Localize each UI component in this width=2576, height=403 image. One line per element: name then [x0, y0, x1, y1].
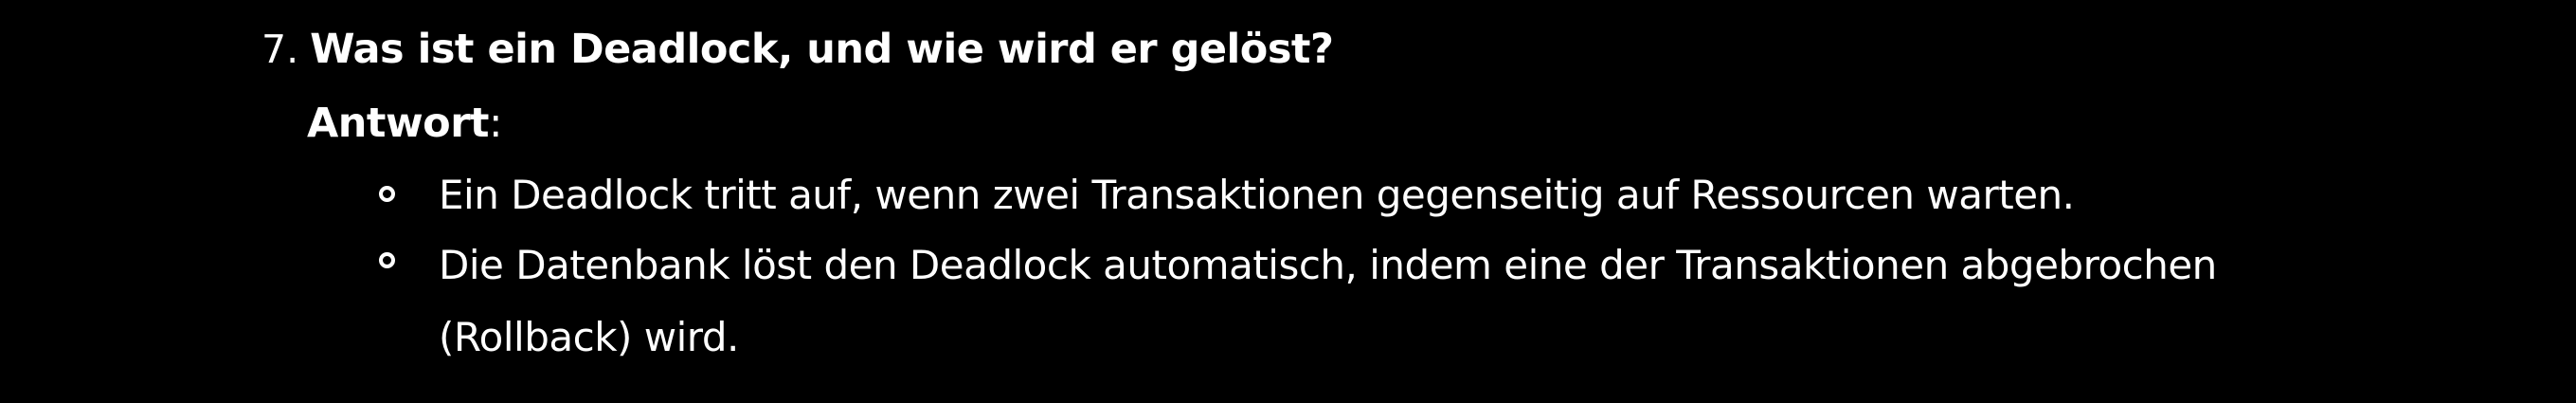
answer-heading: Antwort:: [307, 93, 502, 154]
bullet-circle-icon: [379, 186, 395, 202]
answer-label: Antwort: [307, 100, 489, 147]
answer-colon: :: [488, 100, 503, 147]
question-number: 7.: [261, 27, 299, 72]
bullet-circle-icon: [379, 252, 395, 268]
bullet-text-line: Die Datenbank löst den Deadlock automati…: [439, 241, 2217, 288]
faq-item: 7. Was ist ein Deadlock, und wie wird er…: [0, 0, 2576, 403]
question-text: Was ist ein Deadlock, und wie wird er ge…: [310, 26, 1334, 73]
question-heading: 7. Was ist ein Deadlock, und wie wird er…: [261, 19, 1334, 80]
bullet-text-line: (Rollback) wird.: [439, 313, 739, 360]
bullet-text-line: Ein Deadlock tritt auf, wenn zwei Transa…: [439, 171, 2075, 218]
